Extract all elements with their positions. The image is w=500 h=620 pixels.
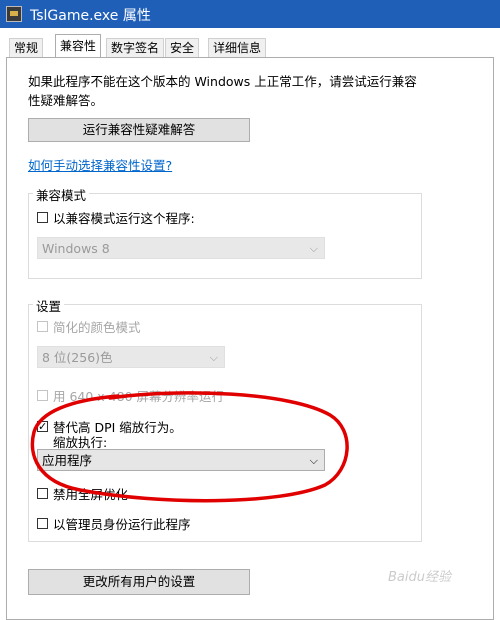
tab-security[interactable]: 安全	[165, 38, 200, 57]
run-as-admin-label: 以管理员身份运行此程序	[53, 517, 191, 532]
watermark: Baidu经验	[388, 570, 451, 585]
compat-mode-group	[28, 193, 422, 279]
compat-mode-checkbox-box[interactable]	[37, 212, 48, 223]
window-title: TslGame.exe 属性	[30, 8, 151, 24]
chevron-down-icon: ⌵	[309, 242, 318, 255]
os-select-value: Windows 8	[42, 241, 110, 256]
fullscreen-opt-label: 禁用全屏优化	[53, 487, 129, 502]
dpi-scaling-select[interactable]: 应用程序 ⌵	[37, 449, 325, 471]
checkmark-icon[interactable]: ✓	[37, 421, 48, 432]
intro-text: 如果此程序不能在这个版本的 Windows 上正常工作，请尝试运行兼容 性疑难解…	[28, 72, 448, 110]
os-select: Windows 8 ⌵	[37, 237, 325, 259]
tab-bar: 常规 兼容性 数字签名 安全 详细信息	[0, 34, 500, 58]
run-troubleshooter-button[interactable]: 运行兼容性疑难解答	[28, 118, 250, 142]
title-bar: TslGame.exe 属性	[0, 0, 500, 28]
settings-title: 设置	[33, 296, 65, 315]
chevron-down-icon: ⌵	[309, 454, 318, 467]
change-all-users-button[interactable]: 更改所有用户的设置	[28, 569, 250, 595]
reduced-color-label: 简化的颜色模式	[53, 320, 141, 335]
intro-line-2: 性疑难解答。	[28, 93, 104, 108]
fullscreen-opt-checkbox-box[interactable]	[37, 488, 48, 499]
dpi-scaling-value: 应用程序	[42, 453, 93, 468]
tab-details[interactable]: 详细信息	[208, 38, 267, 57]
intro-line-1: 如果此程序不能在这个版本的 Windows 上正常工作，请尝试运行兼容	[28, 74, 417, 89]
resolution-checkbox-box	[37, 390, 48, 401]
tab-digital-signatures[interactable]: 数字签名	[106, 38, 165, 57]
reduced-color-checkbox-box	[37, 321, 48, 332]
chevron-down-icon: ⌵	[209, 351, 218, 364]
color-depth-select: 8 位(256)色 ⌵	[37, 346, 225, 368]
resolution-label: 用 640 x 480 屏幕分辨率运行	[53, 389, 225, 404]
manual-settings-link[interactable]: 如何手动选择兼容性设置?	[28, 155, 172, 174]
compat-mode-label: 以兼容模式运行这个程序:	[53, 211, 195, 226]
pubg-game-icon	[6, 6, 22, 22]
tab-compatibility[interactable]: 兼容性	[55, 34, 102, 58]
compat-mode-title: 兼容模式	[33, 185, 90, 204]
run-as-admin-checkbox-box[interactable]	[37, 518, 48, 529]
tab-general[interactable]: 常规	[9, 38, 44, 57]
color-depth-value: 8 位(256)色	[42, 350, 113, 365]
